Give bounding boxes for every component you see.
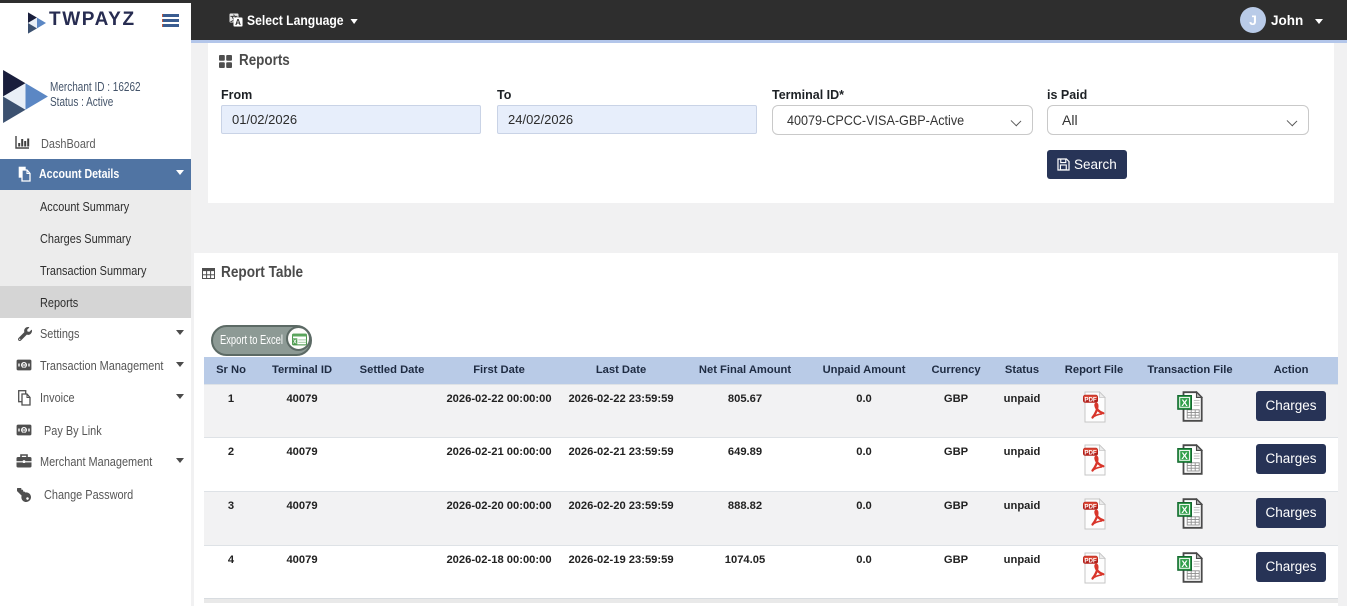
svg-text:A: A [235, 18, 241, 27]
svg-text:X: X [293, 340, 297, 346]
